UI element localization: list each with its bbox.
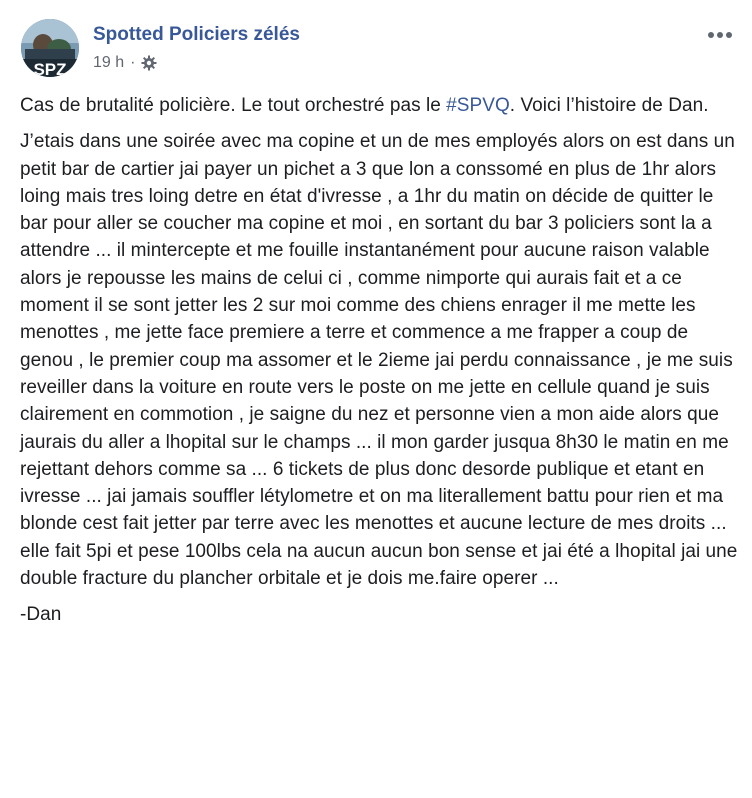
- avatar-text: SPZ: [33, 60, 66, 77]
- post-body: Cas de brutalité policière. Le tout orch…: [20, 92, 742, 638]
- page-name-link[interactable]: Spotted Policiers zélés: [93, 24, 300, 46]
- intro-text-before: Cas de brutalité policière. Le tout orch…: [20, 95, 447, 116]
- post-meta: 19 h ·: [93, 54, 157, 72]
- page-avatar[interactable]: SPZ: [21, 19, 79, 77]
- more-options-button[interactable]: [702, 21, 738, 49]
- gear-icon[interactable]: [141, 55, 157, 71]
- post-signature: -Dan: [20, 604, 62, 626]
- hashtag-link[interactable]: #SPVQ: [446, 95, 510, 116]
- intro-text-after: . Voici l’histoire de Dan.: [509, 95, 709, 116]
- post-header: SPZ Spotted Policiers zélés 19 h ·: [21, 19, 738, 81]
- post-intro: Cas de brutalité policière. Le tout orch…: [20, 92, 742, 119]
- timestamp[interactable]: 19 h: [93, 54, 124, 72]
- post-story: J’etais dans une soirée avec ma copine e…: [20, 131, 738, 590]
- more-horizontal-icon: [708, 32, 732, 38]
- meta-separator: ·: [130, 54, 136, 71]
